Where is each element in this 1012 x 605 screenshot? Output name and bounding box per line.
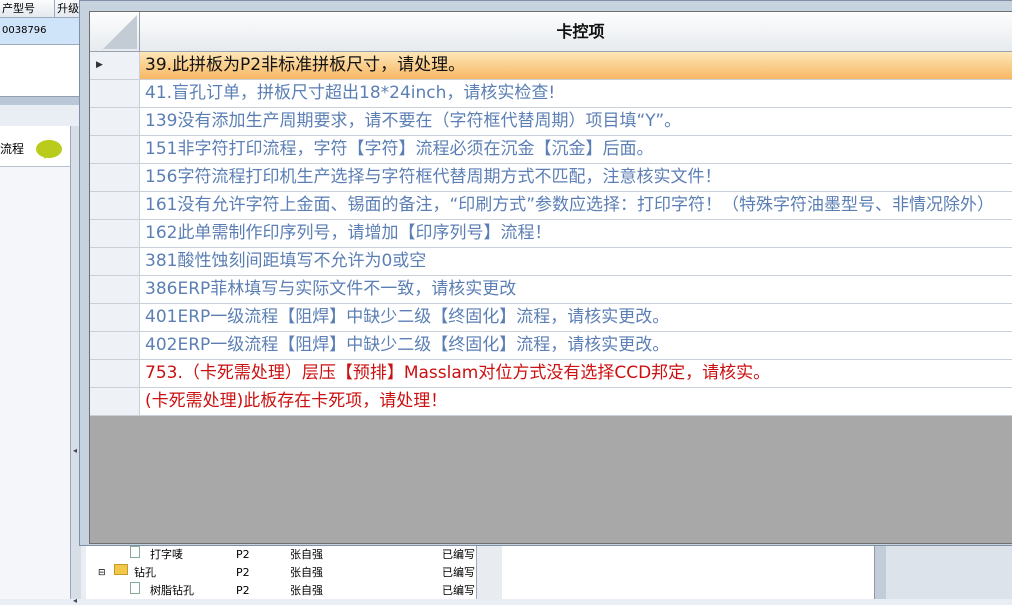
side-panel: 流程 [0, 126, 71, 599]
column-header-control-item[interactable]: 卡控项 [140, 12, 1012, 51]
row-header[interactable] [90, 220, 140, 247]
tree-item-status: 已编写 [442, 548, 475, 561]
document-icon [130, 582, 140, 594]
tree-row[interactable]: 树脂钻孔 P2 张自强 已编写 [86, 582, 476, 600]
control-item-cell[interactable]: 753.（卡死需处理）层压【预排】Masslam对位方式没有选择CCD邦定，请核… [140, 360, 1012, 387]
splitter[interactable] [0, 96, 86, 105]
background-grid-header: 产型号 升级 [0, 0, 86, 18]
row-header[interactable] [90, 192, 140, 219]
grid-row[interactable]: 156字符流程打印机生产选择与字符框代替周期方式不匹配，注意核实文件！ [90, 164, 1012, 192]
tree-item-code: P2 [236, 548, 250, 561]
collapse-arrow-icon[interactable]: ◂ [73, 446, 77, 455]
grid-row[interactable]: 139没有添加生产周期要求，请不要在（字符框代替周期）项目填“Y”。 [90, 108, 1012, 136]
tree-item-status: 已编写 [442, 566, 475, 579]
detail-area [502, 546, 874, 599]
background-grid-row[interactable]: 0038796 [0, 18, 86, 45]
row-header[interactable] [90, 164, 140, 191]
chat-bubble-icon[interactable] [36, 140, 62, 159]
tree-item-code: P2 [236, 566, 250, 579]
background-grid: 产型号 升级 0038796 [0, 0, 87, 100]
row-header[interactable] [90, 276, 140, 303]
control-item-cell[interactable]: 139没有添加生产周期要求，请不要在（字符框代替周期）项目填“Y”。 [140, 108, 1012, 135]
folder-icon [114, 564, 128, 575]
grid-header: 卡控项 [90, 12, 1012, 52]
control-item-cell[interactable]: 381酸性蚀刻间距填写不允许为0或空 [140, 248, 1012, 275]
tree-item-status: 已编写 [442, 584, 475, 597]
control-item-cell[interactable]: 161没有允许字符上金面、锡面的备注，“印刷方式”参数应选择：打印字符！（特殊字… [140, 192, 1012, 219]
row-header[interactable] [90, 360, 140, 387]
grid-row[interactable]: 381酸性蚀刻间距填写不允许为0或空 [90, 248, 1012, 276]
tree-item-person: 张自强 [290, 548, 323, 561]
grid-row[interactable]: (卡死需处理)此板存在卡死项，请处理！ [90, 388, 1012, 416]
grid-row[interactable]: 41.盲孔订单，拼板尺寸超出18*24inch，请核实检查! [90, 80, 1012, 108]
tree-item-person: 张自强 [290, 566, 323, 579]
grid-row[interactable]: 402ERP一级流程【阻焊】中缺少二级【终固化】流程，请核实更改。 [90, 332, 1012, 360]
side-panel-label: 流程 [0, 142, 25, 156]
row-header[interactable] [90, 248, 140, 275]
grid-row[interactable]: ▶ 39.此拼板为P2非标准拼板尺寸，请处理。 [90, 52, 1012, 80]
grid-row[interactable]: 161没有允许字符上金面、锡面的备注，“印刷方式”参数应选择：打印字符！（特殊字… [90, 192, 1012, 220]
column-header-model[interactable]: 产型号 [0, 0, 56, 17]
tree-item-name: 钻孔 [134, 566, 156, 579]
right-panel [886, 546, 1012, 599]
tree-row[interactable]: ⊟ 钻孔 P2 张自强 已编写 [86, 564, 476, 582]
tree-item-name: 打字唛 [150, 548, 183, 561]
control-item-cell[interactable]: 402ERP一级流程【阻焊】中缺少二级【终固化】流程，请核实更改。 [140, 332, 1012, 359]
tree-row[interactable]: 打字唛 P2 张自强 已编写 [86, 546, 476, 564]
tree-item-person: 张自强 [290, 584, 323, 597]
expand-icon[interactable]: ⊟ [98, 564, 106, 582]
side-panel-header: 流程 [0, 126, 70, 167]
process-tree: 打字唛 P2 张自强 已编写 ⊟ 钻孔 P2 张自强 已编写 树脂钻孔 P2 张… [86, 546, 476, 599]
select-all-corner[interactable] [90, 12, 140, 51]
row-header[interactable] [90, 388, 140, 415]
grid-row[interactable]: 162此单需制作印序列号，请增加【印序列号】流程！ [90, 220, 1012, 248]
grid-row[interactable]: 151非字符打印流程，字符【字符】流程必须在沉金【沉金】后面。 [90, 136, 1012, 164]
control-item-cell[interactable]: (卡死需处理)此板存在卡死项，请处理！ [140, 388, 1012, 415]
collapse-arrow-icon[interactable]: ◂ [73, 596, 77, 605]
control-item-cell[interactable]: 162此单需制作印序列号，请增加【印序列号】流程！ [140, 220, 1012, 247]
grid-row[interactable]: 386ERP菲林填写与实际文件不一致，请核实更改 [90, 276, 1012, 304]
tree-item-name: 树脂钻孔 [150, 584, 194, 597]
tree-item-code: P2 [236, 584, 250, 597]
control-item-cell[interactable]: 156字符流程打印机生产选择与字符框代替周期方式不匹配，注意核实文件！ [140, 164, 1012, 191]
vertical-scrollbar[interactable] [476, 546, 503, 599]
row-header[interactable] [90, 332, 140, 359]
control-item-cell[interactable]: 151非字符打印流程，字符【字符】流程必须在沉金【沉金】后面。 [140, 136, 1012, 163]
current-row-arrow-icon: ▶ [96, 60, 103, 70]
control-items-dialog: 卡控项 ▶ 39.此拼板为P2非标准拼板尺寸，请处理。 41.盲孔订单，拼板尺寸… [79, 0, 1012, 546]
row-header[interactable]: ▶ [90, 52, 140, 79]
control-item-cell[interactable]: 386ERP菲林填写与实际文件不一致，请核实更改 [140, 276, 1012, 303]
control-item-cell[interactable]: 41.盲孔订单，拼板尺寸超出18*24inch，请核实检查! [140, 80, 1012, 107]
row-header[interactable] [90, 108, 140, 135]
control-item-cell[interactable]: 401ERP一级流程【阻焊】中缺少二级【终固化】流程，请核实更改。 [140, 304, 1012, 331]
row-header[interactable] [90, 80, 140, 107]
row-header[interactable] [90, 304, 140, 331]
document-icon [130, 546, 140, 558]
row-header[interactable] [90, 136, 140, 163]
grid-row[interactable]: 401ERP一级流程【阻焊】中缺少二级【终固化】流程，请核实更改。 [90, 304, 1012, 332]
control-item-cell[interactable]: 39.此拼板为P2非标准拼板尺寸，请处理。 [140, 52, 1012, 79]
grid-row[interactable]: 753.（卡死需处理）层压【预排】Masslam对位方式没有选择CCD邦定，请核… [90, 360, 1012, 388]
control-items-grid: 卡控项 ▶ 39.此拼板为P2非标准拼板尺寸，请处理。 41.盲孔订单，拼板尺寸… [89, 11, 1012, 544]
